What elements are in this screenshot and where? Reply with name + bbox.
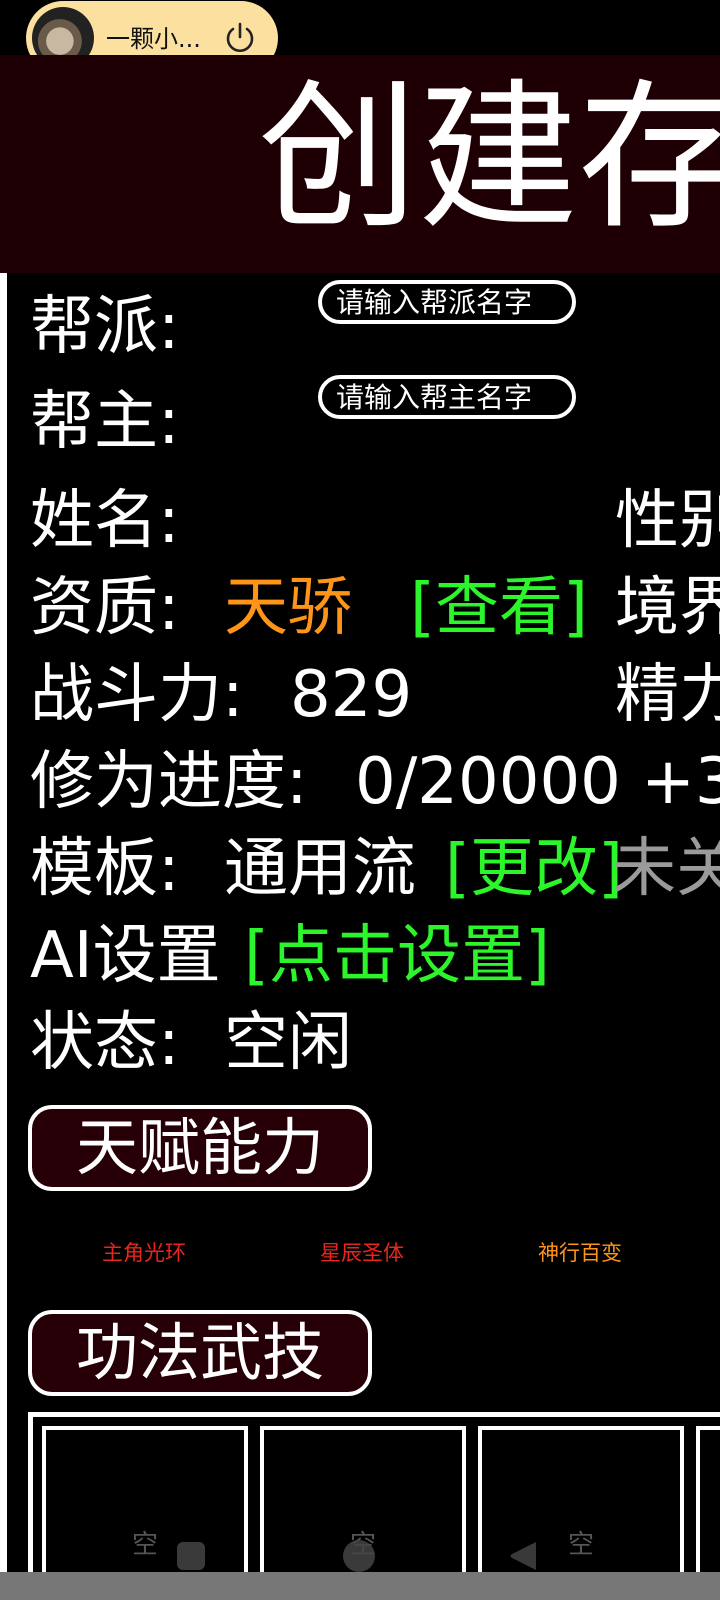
- ai-settings-label: AI设置: [30, 919, 221, 993]
- media-title: 一颗小...: [106, 25, 201, 53]
- template-extra: 未关: [612, 832, 720, 906]
- gender-label: 性别: [615, 484, 720, 558]
- recent-apps-icon[interactable]: [177, 1542, 205, 1570]
- talent-item[interactable]: 星辰圣体: [320, 1237, 404, 1267]
- back-icon[interactable]: [508, 1540, 538, 1572]
- title-banner: 创建存: [0, 55, 720, 273]
- skill-slot[interactable]: 空: [42, 1426, 248, 1576]
- energy-label: 精力: [615, 658, 720, 732]
- home-icon[interactable]: [343, 1540, 375, 1572]
- aptitude-label: 资质:: [30, 571, 180, 645]
- view-aptitude-link[interactable]: [查看]: [410, 568, 588, 648]
- page-title: 创建存: [258, 64, 720, 251]
- change-template-link[interactable]: [更改]: [445, 829, 623, 909]
- progress-value: 0/20000 +3: [355, 745, 720, 819]
- state-value: 空闲: [224, 1006, 352, 1080]
- progress-label: 修为进度:: [30, 745, 308, 819]
- power-label: 战斗力:: [30, 658, 244, 732]
- talent-item[interactable]: 主角光环: [102, 1237, 186, 1267]
- power-icon[interactable]: [222, 20, 258, 56]
- template-label: 模板:: [30, 832, 180, 906]
- leader-label: 帮主:: [30, 385, 180, 459]
- state-label: 状态:: [30, 1006, 180, 1080]
- power-value: 829: [290, 658, 413, 732]
- bottom-system-bar: [0, 1572, 720, 1600]
- skill-slot-label: 空: [131, 1530, 158, 1560]
- leader-name-input[interactable]: [318, 375, 576, 419]
- gang-label: 帮派:: [30, 290, 180, 364]
- talent-item[interactable]: 神行百变: [538, 1237, 622, 1267]
- template-value: 通用流: [224, 832, 416, 906]
- talents-section-button[interactable]: 天赋能力: [28, 1105, 372, 1191]
- ai-settings-link[interactable]: [点击设置]: [244, 916, 550, 996]
- skill-slot[interactable]: [696, 1426, 720, 1576]
- left-border: [0, 273, 7, 1573]
- skills-section-button[interactable]: 功法武技: [28, 1310, 372, 1396]
- aptitude-value: 天骄: [224, 571, 352, 645]
- gang-name-input[interactable]: [318, 280, 576, 324]
- realm-label: 境界: [615, 571, 720, 645]
- name-label: 姓名:: [30, 484, 180, 558]
